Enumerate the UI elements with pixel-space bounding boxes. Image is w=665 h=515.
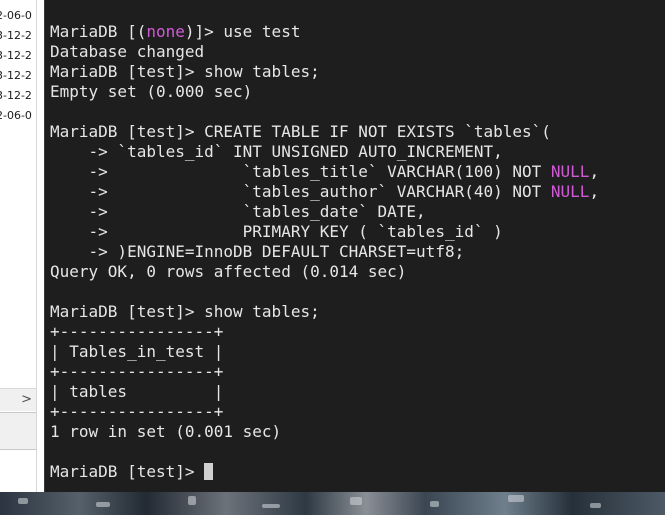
- terminal-text: MariaDB [test]>: [50, 462, 205, 481]
- file-date-cell: 3-12-2: [0, 89, 32, 102]
- highlighted-keyword: none: [146, 22, 185, 41]
- terminal-text: Database changed: [50, 42, 205, 61]
- terminal-window[interactable]: MariaDB [(none)]> use test Database chang…: [44, 0, 665, 492]
- terminal-line: Empty set (0.000 sec): [50, 82, 599, 102]
- terminal-text: Query OK, 0 rows affected (0.014 sec): [50, 262, 407, 281]
- terminal-line: Query OK, 0 rows affected (0.014 sec): [50, 262, 599, 282]
- file-date-cell: 2-06-0: [0, 109, 32, 122]
- terminal-text: ,: [589, 162, 600, 181]
- terminal-line: MariaDB [test]> show tables;: [50, 302, 599, 322]
- terminal-text: -> `tables_id` INT UNSIGNED AUTO_INCREME…: [50, 142, 503, 161]
- terminal-text: -> PRIMARY KEY ( `tables_id` ): [50, 222, 503, 241]
- terminal-text: MariaDB [test]> CREATE TABLE IF NOT EXIS…: [50, 122, 551, 141]
- file-date-cell: 3-12-2: [0, 29, 32, 42]
- terminal-line: -> `tables_title` VARCHAR(100) NOT NULL,: [50, 162, 600, 182]
- file-date-cell: 3-12-2: [0, 69, 32, 82]
- explorer-details-panel: [0, 412, 36, 450]
- terminal-line: -> `tables_id` INT UNSIGNED AUTO_INCREME…: [50, 142, 599, 162]
- terminal-line: -> `tables_author` VARCHAR(40) NOT NULL,: [50, 182, 600, 202]
- background-explorer-window: 2-06-0 3-12-2 3-12-2 3-12-2 3-12-2 2-06-0 >: [0, 0, 44, 492]
- terminal-line: MariaDB [test]> CREATE TABLE IF NOT EXIS…: [50, 122, 599, 142]
- terminal-line: MariaDB [(none)]> use test: [50, 22, 599, 42]
- terminal-text: MariaDB [test]> show tables;: [50, 62, 320, 81]
- date-modified-column: 2-06-0 3-12-2 3-12-2 3-12-2 3-12-2 2-06-0: [0, 6, 44, 126]
- terminal-line: +----------------+: [50, 322, 599, 342]
- terminal-line: -> )ENGINE=InnoDB DEFAULT CHARSET=utf8;: [50, 242, 599, 262]
- terminal-line: MariaDB [test]>: [50, 462, 599, 482]
- terminal-text: | tables |: [50, 382, 224, 401]
- terminal-text: +----------------+: [50, 322, 224, 341]
- terminal-text: -> `tables_title` VARCHAR(100) NOT: [50, 162, 551, 181]
- terminal-line: MariaDB [test]> show tables;: [50, 62, 599, 82]
- terminal-line: -> PRIMARY KEY ( `tables_id` ): [50, 222, 599, 242]
- highlighted-keyword: NULL: [550, 162, 590, 181]
- terminal-text: +----------------+: [50, 402, 224, 421]
- terminal-text: -> )ENGINE=InnoDB DEFAULT CHARSET=utf8;: [50, 242, 465, 261]
- terminal-output: MariaDB [(none)]> use test Database chang…: [50, 22, 599, 482]
- terminal-line: Database changed: [50, 42, 599, 62]
- terminal-line: | tables |: [50, 382, 599, 402]
- terminal-text: -> `tables_date` DATE,: [50, 202, 426, 221]
- terminal-line: 1 row in set (0.001 sec): [50, 422, 599, 442]
- terminal-text: ,: [589, 182, 600, 201]
- terminal-line: | Tables_in_test |: [50, 342, 599, 362]
- terminal-text: )]> use test: [184, 22, 301, 41]
- terminal-line: -> `tables_date` DATE,: [50, 202, 599, 222]
- terminal-text: Empty set (0.000 sec): [50, 82, 253, 101]
- terminal-line: +----------------+: [50, 402, 599, 422]
- terminal-line: +----------------+: [50, 362, 599, 382]
- terminal-text: -> `tables_author` VARCHAR(40) NOT: [50, 182, 551, 201]
- column-divider: [36, 0, 37, 492]
- terminal-cursor: [204, 463, 214, 480]
- file-date-cell: 3-12-2: [0, 49, 32, 62]
- terminal-text: MariaDB [test]> show tables;: [50, 302, 320, 321]
- terminal-text: 1 row in set (0.001 sec): [50, 422, 282, 441]
- highlighted-keyword: NULL: [550, 182, 590, 201]
- file-date-cell: 2-06-0: [0, 9, 32, 22]
- scroll-right-arrow-icon[interactable]: >: [21, 392, 32, 408]
- terminal-text: +----------------+: [50, 362, 224, 381]
- horizontal-scrollbar[interactable]: >: [0, 388, 36, 411]
- desktop-wallpaper: [0, 492, 665, 515]
- terminal-text: | Tables_in_test |: [50, 342, 224, 361]
- terminal-text: MariaDB [(: [50, 22, 147, 41]
